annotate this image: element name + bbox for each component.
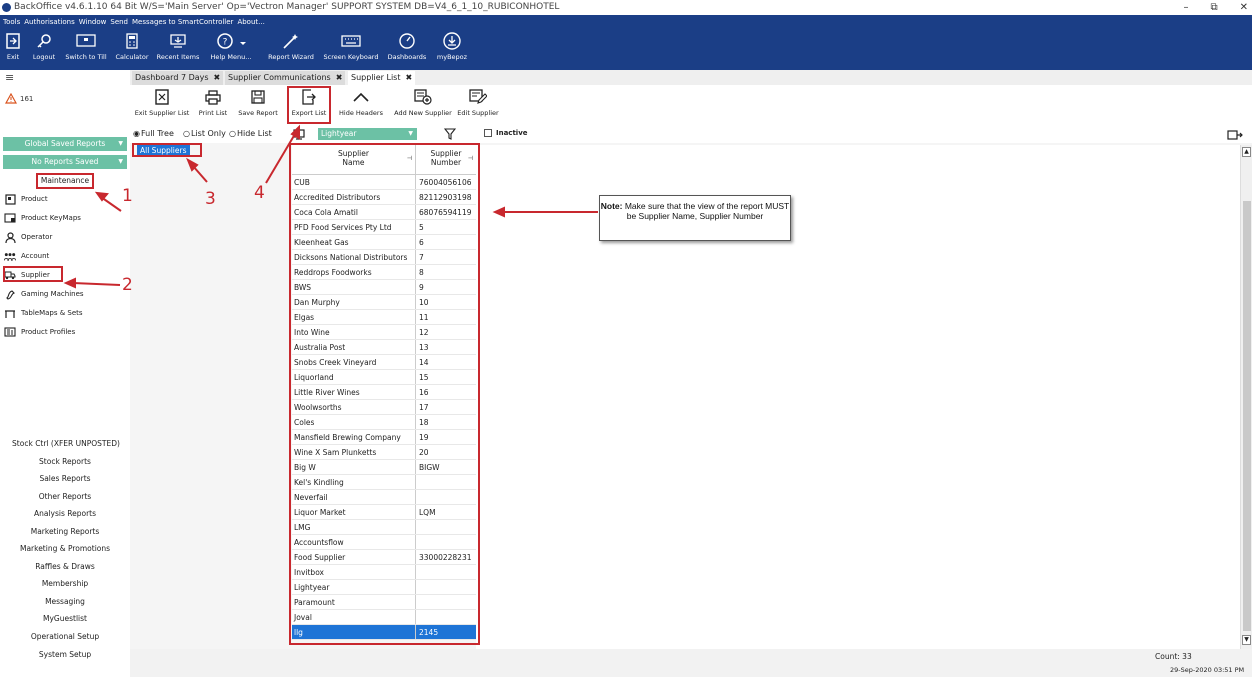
annotation-number-1: 1 <box>122 186 133 206</box>
note-text: Make sure that the view of the report MU… <box>624 201 790 221</box>
annotation-arrows <box>63 124 598 289</box>
annotation-number-3: 3 <box>205 189 216 209</box>
note-label: Note: <box>600 201 623 211</box>
note-callout: Note: Make sure that the view of the rep… <box>599 195 791 241</box>
annotation-number-4: 4 <box>254 183 265 203</box>
annotation-number-2: 2 <box>122 275 133 295</box>
